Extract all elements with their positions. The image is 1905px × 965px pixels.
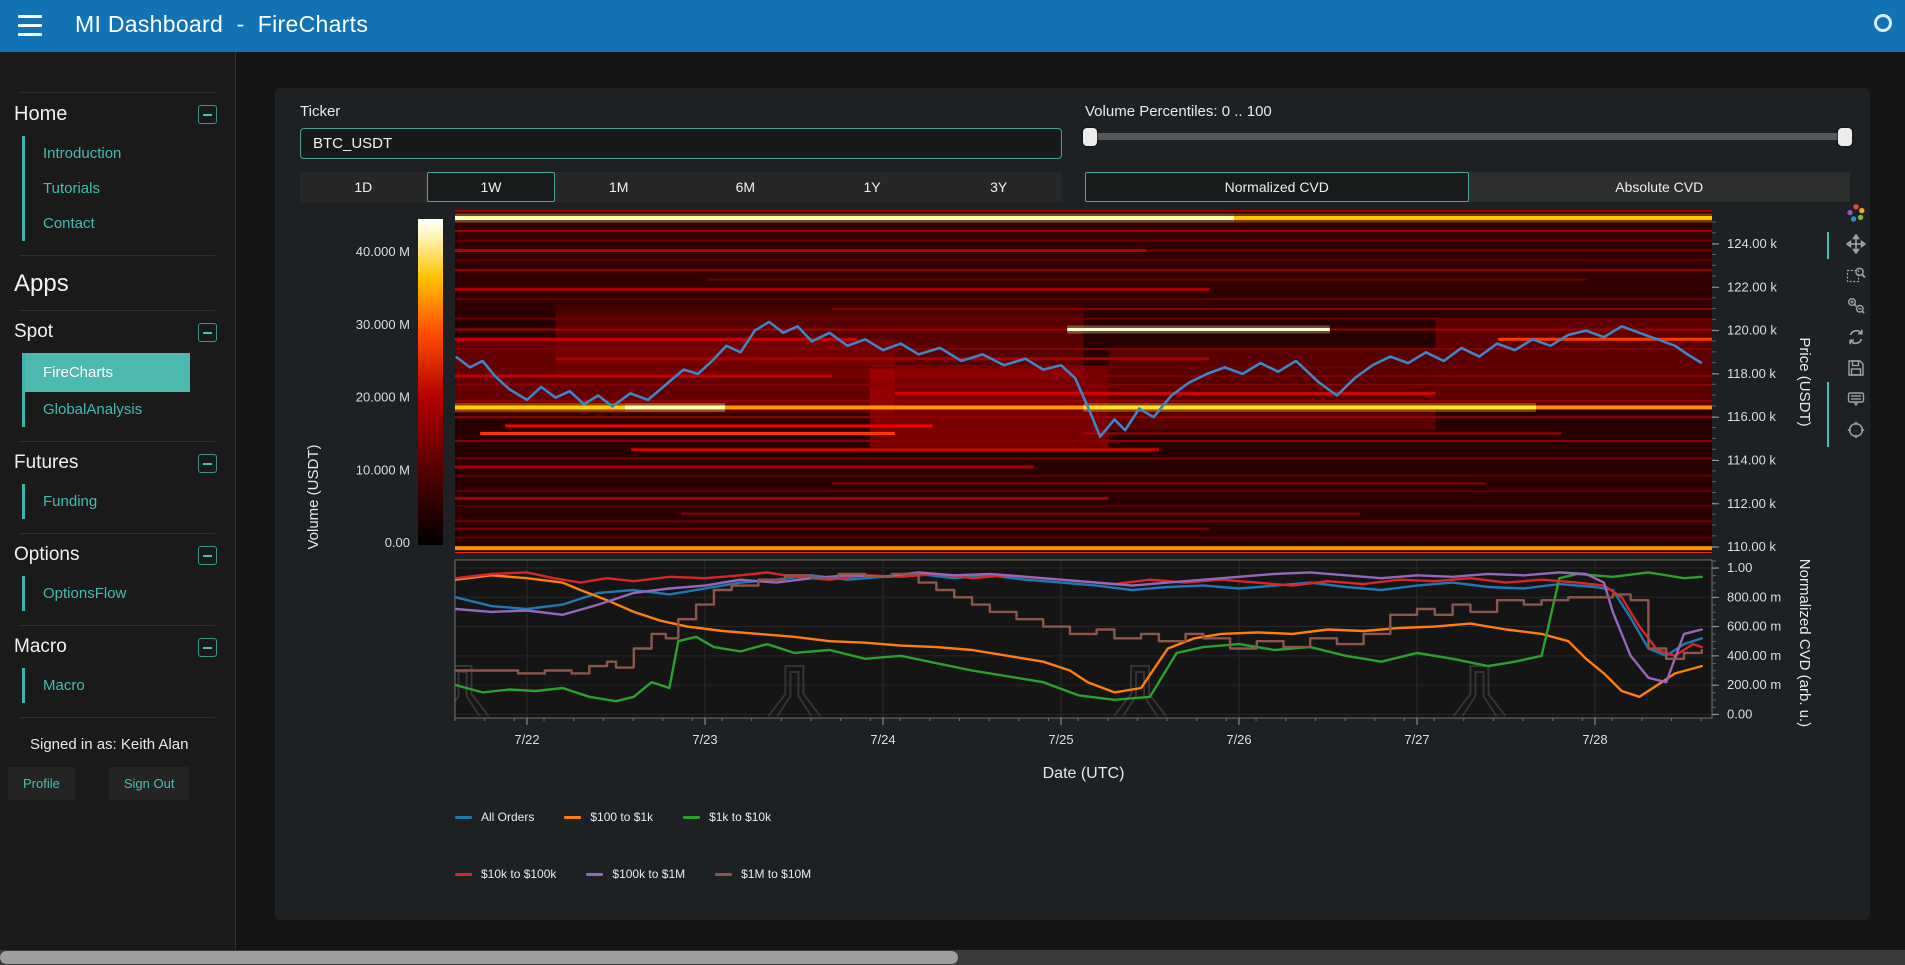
legend-swatch: [455, 816, 472, 819]
legend-item-100k-1m[interactable]: $100k to $1M: [586, 867, 685, 881]
timeframe-3y-button[interactable]: 3Y: [935, 172, 1062, 202]
section-header-options[interactable]: Options: [14, 544, 79, 566]
section-header-spot[interactable]: Spot: [14, 321, 53, 343]
slider-handle-max[interactable]: [1838, 128, 1852, 146]
app-root: MI Dashboard - FireCharts Home Introduct…: [0, 0, 1905, 965]
toggle-spikelines-icon[interactable]: [1844, 419, 1868, 441]
section-header-home[interactable]: Home: [14, 103, 67, 126]
legend-swatch: [715, 873, 732, 876]
normalized-cvd-button[interactable]: Normalized CVD: [1085, 172, 1469, 202]
legend-swatch: [586, 873, 603, 876]
timeframe-button-group: 1D 1W 1M 6M 1Y 3Y: [300, 172, 1062, 202]
ticker-input[interactable]: [300, 128, 1062, 159]
modebar-active-indicator: [1827, 382, 1829, 447]
reset-axes-icon[interactable]: [1844, 326, 1868, 348]
slider-track[interactable]: [1085, 133, 1850, 140]
sidebar-item-funding[interactable]: Funding: [25, 484, 190, 519]
box-zoom-icon[interactable]: [1844, 264, 1868, 286]
content-panel: Ticker Volume Percentiles: 0 .. 100 1D 1…: [275, 88, 1870, 920]
legend-item-all-orders[interactable]: All Orders: [455, 810, 534, 824]
collapse-minus-icon[interactable]: [198, 323, 217, 342]
app-title: MI Dashboard - FireCharts: [75, 11, 368, 38]
legend-item-1k-10k[interactable]: $1k to $10k: [683, 810, 771, 824]
topbar: MI Dashboard - FireCharts: [0, 0, 1905, 52]
timeframe-1d-button[interactable]: 1D: [300, 172, 427, 202]
sidebar-item-introduction[interactable]: Introduction: [25, 136, 190, 171]
modebar-active-indicator: [1827, 232, 1829, 259]
legend-swatch: [455, 873, 472, 876]
apps-heading: Apps: [0, 256, 235, 310]
collapse-minus-icon[interactable]: [198, 638, 217, 657]
section-header-futures[interactable]: Futures: [14, 452, 78, 474]
timeframe-1y-button[interactable]: 1Y: [809, 172, 936, 202]
volume-percentiles-label: Volume Percentiles: 0 .. 100: [1085, 103, 1272, 120]
sidebar-item-firecharts[interactable]: FireCharts: [25, 353, 190, 392]
timeframe-1m-button[interactable]: 1M: [555, 172, 682, 202]
collapse-minus-icon[interactable]: [198, 105, 217, 124]
timeframe-1w-button[interactable]: 1W: [427, 172, 556, 202]
legend-item-1m-10m[interactable]: $1M to $10M: [715, 867, 811, 881]
collapse-minus-icon[interactable]: [198, 546, 217, 565]
absolute-cvd-button[interactable]: Absolute CVD: [1469, 172, 1851, 202]
section-header-macro[interactable]: Macro: [14, 636, 67, 658]
chart-modebar: [1842, 202, 1870, 441]
sidebar-main-divider: [235, 52, 236, 950]
hover-tooltip-icon[interactable]: [1844, 388, 1868, 410]
signed-in-label: Signed in as: Keith Alan: [0, 718, 235, 767]
sidebar-item-optionsflow[interactable]: OptionsFlow: [25, 576, 190, 611]
scrollbar-thumb[interactable]: [0, 951, 958, 964]
horizontal-scrollbar[interactable]: [0, 950, 1905, 965]
legend-item-100-1k[interactable]: $100 to $1k: [564, 810, 653, 824]
plotly-logo-icon[interactable]: [1844, 202, 1868, 224]
sidebar-item-globalanalysis[interactable]: GlobalAnalysis: [25, 392, 190, 427]
legend-swatch: [683, 816, 700, 819]
sign-out-button[interactable]: Sign Out: [109, 767, 190, 800]
timeframe-6m-button[interactable]: 6M: [682, 172, 809, 202]
save-image-icon[interactable]: [1844, 357, 1868, 379]
sidebar-item-contact[interactable]: Contact: [25, 206, 190, 241]
collapse-minus-icon[interactable]: [198, 454, 217, 473]
profile-button[interactable]: Profile: [8, 767, 75, 800]
zoom-in-out-icon[interactable]: [1844, 295, 1868, 317]
ticker-label: Ticker: [300, 103, 340, 120]
legend-swatch: [564, 816, 581, 819]
percentile-range-slider[interactable]: [1085, 126, 1850, 146]
status-circle-icon[interactable]: [1874, 14, 1892, 32]
sidebar-item-macro[interactable]: Macro: [25, 668, 190, 703]
sidebar-item-tutorials[interactable]: Tutorials: [25, 171, 190, 206]
cvd-mode-toggle: Normalized CVD Absolute CVD: [1085, 172, 1850, 202]
sidebar: Home Introduction Tutorials Contact Apps…: [0, 52, 235, 950]
legend-item-10k-100k[interactable]: $10k to $100k: [455, 867, 556, 881]
pan-icon[interactable]: [1844, 233, 1868, 255]
hamburger-menu-icon[interactable]: [18, 15, 42, 36]
slider-handle-min[interactable]: [1083, 128, 1097, 146]
chart-legend: All Orders $100 to $1k $1k to $10k $10k …: [455, 810, 841, 924]
